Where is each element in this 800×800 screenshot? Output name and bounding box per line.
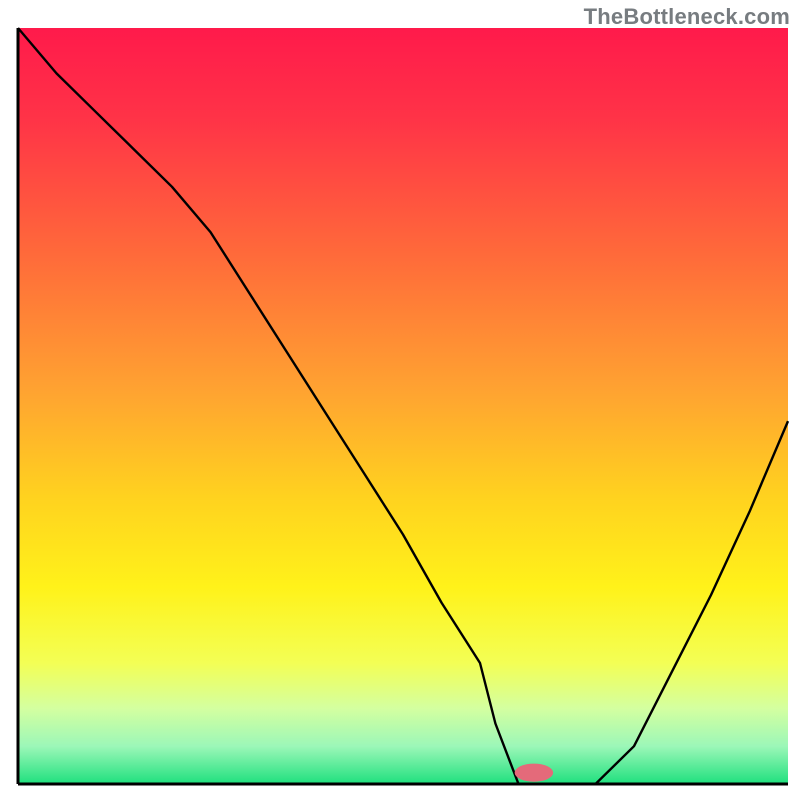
bottleneck-chart: [0, 0, 800, 800]
chart-container: { "watermark": "TheBottleneck.com", "cha…: [0, 0, 800, 800]
optimum-marker: [515, 764, 554, 782]
